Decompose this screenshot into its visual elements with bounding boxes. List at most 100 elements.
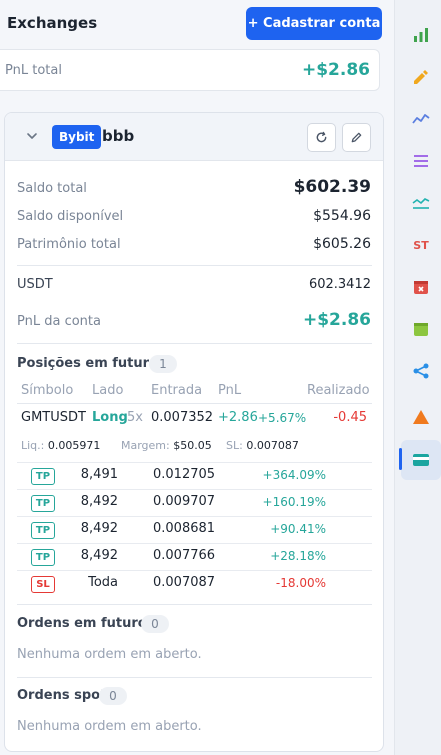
futures-orders-empty: Nenhuma ordem em aberto. [17,647,202,662]
toolbar-item-st[interactable]: ST [401,225,441,265]
position-symbol[interactable]: GMTUSDT [21,410,86,425]
exchanges-panel: Exchanges + Cadastrar conta PnL total +$… [0,0,394,755]
position-pnl: +2.86 [218,410,258,425]
futures-orders-count: 0 [141,615,169,633]
toolbar-item-waves[interactable] [401,183,441,223]
target-percent: +160.19% [262,495,326,509]
spot-orders-count: 0 [99,687,127,705]
target-row: TP 8,492 0.009707 +160.19% [17,489,372,515]
margin-value: $50.05 [173,439,212,452]
bar-chart-icon [414,28,428,42]
position-side: Long [92,410,128,425]
target-row: TP 8,492 0.007766 +28.18% [17,543,372,569]
toolbar-item-trend[interactable] [401,99,441,139]
target-percent: +90.41% [270,522,326,536]
target-quantity: 8,492 [80,548,118,563]
column-header: Entrada [151,383,203,398]
divider [17,265,372,266]
liquidation-price: Liq.: 0.005971 [21,439,100,452]
patrimonio-total-label: Patrimônio total [17,237,121,252]
margin: Margem: $50.05 [121,439,212,452]
account-card: Bybit bbb Saldo total $602.39 Saldo disp… [4,112,384,752]
divider [17,677,372,678]
target-quantity: 8,491 [80,467,118,482]
toolbar-item-alert[interactable] [401,397,441,437]
column-header: Símbolo [21,383,74,398]
toolbar-item-calendar-remove[interactable] [401,267,441,307]
target-price: 0.012705 [153,467,216,482]
position-entry: 0.007352 [151,410,214,425]
pencil-icon [351,132,362,143]
column-header: Realizado [307,383,370,398]
toolbar-item-share[interactable] [401,351,441,391]
divider [17,403,372,404]
exchange-badge: Bybit [52,125,102,149]
take-profit-tag: TP [31,468,55,485]
register-account-button[interactable]: + Cadastrar conta [246,7,382,40]
toolbar-item-calendar[interactable] [401,309,441,349]
right-toolbar: ST [394,0,441,755]
stop-loss: SL: 0.007087 [226,439,299,452]
divider [17,604,372,605]
saldo-disponivel-value: $554.96 [313,208,371,224]
pencil-icon [414,70,428,84]
indicator-icon [414,155,428,167]
saldo-disponivel-label: Saldo disponível [17,209,124,224]
spot-orders-title: Ordens spot [17,688,107,703]
active-indicator [399,448,402,470]
usdt-label: USDT [17,277,53,292]
toolbar-item-indicator[interactable] [401,141,441,181]
st-icon: ST [413,238,429,252]
futures-positions-count: 1 [149,355,177,373]
toolbar-item-stats[interactable] [401,15,441,55]
card-icon [413,454,429,466]
take-profit-tag: TP [31,495,55,512]
saldo-total-value: $602.39 [293,177,371,197]
target-quantity: 8,492 [80,521,118,536]
toolbar-item-draw[interactable] [401,57,441,97]
share-icon [413,363,429,379]
target-percent: +364.09% [262,468,326,482]
target-price: 0.007766 [153,548,216,563]
refresh-icon [316,131,327,143]
column-header: Lado [92,383,124,398]
position-pnl-percent: +5.67% [258,411,307,425]
position-realized: -0.45 [333,410,367,425]
target-price: 0.008681 [153,521,216,536]
target-quantity: Toda [88,575,118,590]
margin-label: Margem: [121,439,170,452]
pnl-total-label: PnL total [5,63,62,78]
refresh-button[interactable] [307,123,336,152]
page-title: Exchanges [7,14,98,32]
account-card-header[interactable]: Bybit bbb [5,113,383,161]
toolbar-item-exchanges[interactable] [401,440,441,480]
pnl-conta-label: PnL da conta [17,314,101,329]
target-row: TP 8,491 0.012705 +364.09% [17,462,372,488]
calendar-icon [414,323,428,336]
chevron-down-icon[interactable] [25,129,39,143]
patrimonio-total-value: $605.26 [313,236,371,252]
target-quantity: 8,492 [80,494,118,509]
futures-orders-title: Ordens em futuros [17,616,155,631]
sl-value: 0.007087 [246,439,299,452]
stop-loss-tag: SL [31,576,55,593]
liq-label: Liq.: [21,439,45,452]
spot-orders-empty: Nenhuma ordem em aberto. [17,719,202,734]
target-price: 0.009707 [153,494,216,509]
account-name: bbb [102,127,135,145]
sl-label: SL: [226,439,243,452]
pnl-conta-value: +$2.86 [302,310,371,330]
target-percent: +28.18% [270,549,326,563]
pnl-total-value: +$2.86 [301,60,370,80]
target-percent: -18.00% [275,576,326,590]
divider [17,343,372,344]
pnl-total-box: PnL total +$2.86 [0,49,380,91]
target-row: SL Toda 0.007087 -18.00% [17,570,372,596]
take-profit-tag: TP [31,549,55,566]
futures-positions-title: Posições em futuros [17,356,166,371]
edit-button[interactable] [342,123,371,152]
position-leverage: 5x [127,410,143,425]
target-price: 0.007087 [153,575,216,590]
line-chart-icon [412,114,430,124]
target-row: TP 8,492 0.008681 +90.41% [17,516,372,542]
